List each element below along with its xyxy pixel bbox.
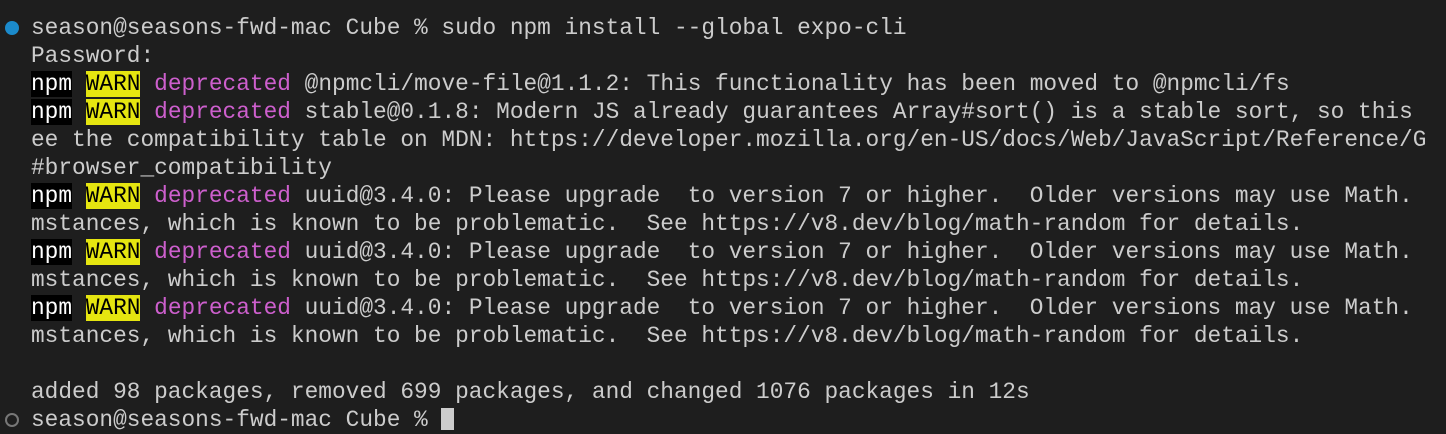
output-text: season@seasons-fwd-mac Cube % sudo npm i… [31, 15, 907, 41]
output-line: Password: [0, 42, 1446, 70]
warn-badge: WARN [85, 239, 141, 265]
output-text: @npmcli/move-file@1.1.2: This functional… [290, 71, 1290, 97]
npm-label: npm [31, 239, 73, 265]
deprecated-label: deprecated [154, 99, 291, 125]
deprecated-label: deprecated [154, 295, 291, 321]
output-text: season@seasons-fwd-mac Cube % [31, 407, 442, 433]
output-line: mstances, which is known to be problemat… [0, 322, 1446, 350]
output-line: added 98 packages, removed 699 packages,… [0, 378, 1446, 406]
npm-label: npm [31, 99, 73, 125]
npm-label: npm [31, 71, 73, 97]
output-line: npm WARN deprecated @npmcli/move-file@1.… [0, 70, 1446, 98]
warn-badge: WARN [85, 99, 141, 125]
output-line: mstances, which is known to be problemat… [0, 210, 1446, 238]
output-text: ee the compatibility table on MDN: https… [31, 127, 1427, 153]
warn-badge: WARN [85, 295, 141, 321]
output-text: uuid@3.4.0: Please upgrade to version 7 … [290, 295, 1413, 321]
output-text: Password: [31, 43, 155, 69]
output-line: npm WARN deprecated uuid@3.4.0: Please u… [0, 182, 1446, 210]
output-line: npm WARN deprecated uuid@3.4.0: Please u… [0, 238, 1446, 266]
output-line: #browser_compatibility [0, 154, 1446, 182]
output-text: uuid@3.4.0: Please upgrade to version 7 … [290, 183, 1413, 209]
terminal-output[interactable]: season@seasons-fwd-mac Cube % sudo npm i… [0, 14, 1446, 434]
output-text: stable@0.1.8: Modern JS already guarante… [290, 99, 1413, 125]
command-status-dot-icon[interactable] [5, 21, 19, 35]
output-line: mstances, which is known to be problemat… [0, 266, 1446, 294]
npm-label: npm [31, 295, 73, 321]
output-line: npm WARN deprecated stable@0.1.8: Modern… [0, 98, 1446, 126]
output-text: added 98 packages, removed 699 packages,… [31, 379, 1030, 405]
output-line: ee the compatibility table on MDN: https… [0, 126, 1446, 154]
deprecated-label: deprecated [154, 71, 291, 97]
terminal-cursor [441, 408, 455, 430]
prompt-line: season@seasons-fwd-mac Cube % sudo npm i… [0, 14, 1446, 42]
prompt-line: season@seasons-fwd-mac Cube % [0, 406, 1446, 434]
output-text: mstances, which is known to be problemat… [31, 267, 1304, 293]
deprecated-label: deprecated [154, 239, 291, 265]
command-pending-circle-icon[interactable] [5, 413, 19, 427]
warn-badge: WARN [85, 183, 141, 209]
output-text: mstances, which is known to be problemat… [31, 211, 1304, 237]
warn-badge: WARN [85, 71, 141, 97]
output-text: #browser_compatibility [31, 155, 332, 181]
deprecated-label: deprecated [154, 183, 291, 209]
output-text: uuid@3.4.0: Please upgrade to version 7 … [290, 239, 1413, 265]
output-text: mstances, which is known to be problemat… [31, 323, 1304, 349]
npm-label: npm [31, 183, 73, 209]
output-line: npm WARN deprecated uuid@3.4.0: Please u… [0, 294, 1446, 322]
